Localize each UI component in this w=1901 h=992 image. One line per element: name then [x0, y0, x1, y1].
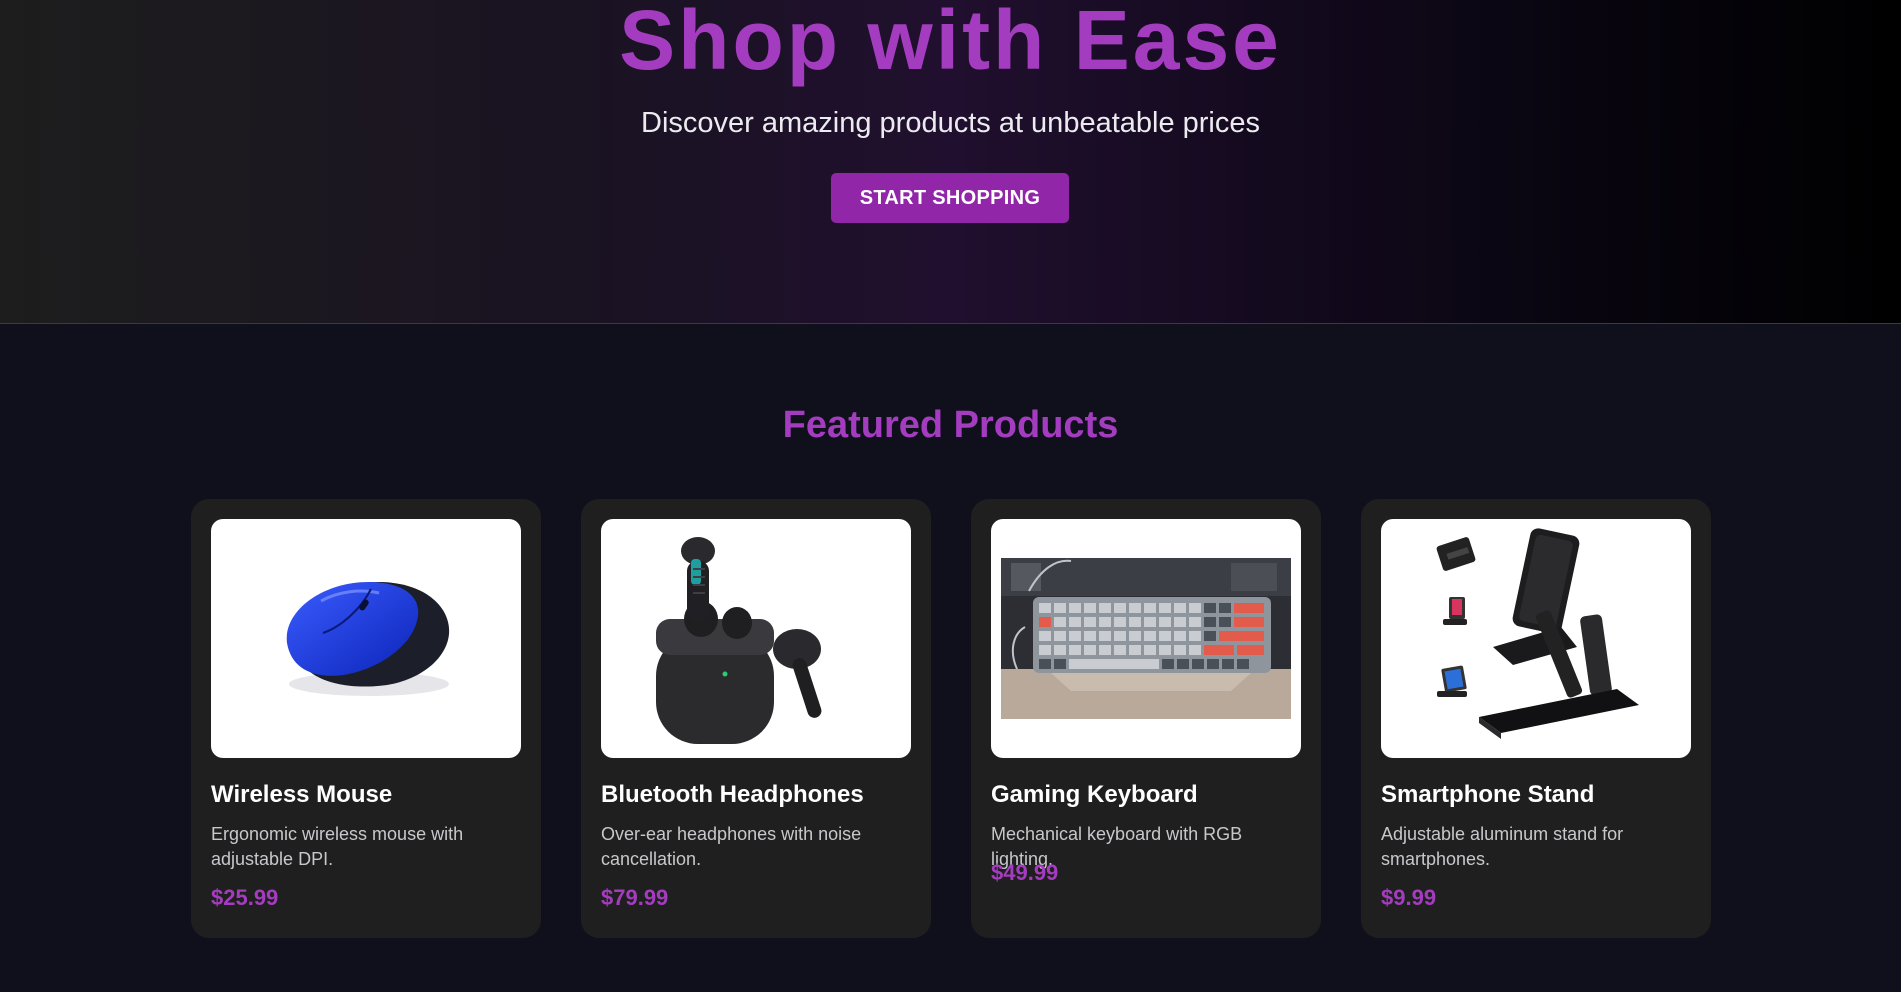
product-card-smartphone-stand[interactable]: Smartphone Stand Adjustable aluminum sta… [1361, 499, 1711, 938]
product-image-gaming-keyboard[interactable] [991, 519, 1301, 758]
hero-section: Shop with Ease Discover amazing products… [0, 0, 1901, 324]
keyboard-image [1001, 558, 1291, 719]
product-name: Bluetooth Headphones [601, 781, 864, 808]
product-name: Gaming Keyboard [991, 781, 1198, 808]
product-card-bluetooth-headphones[interactable]: Bluetooth Headphones Over-ear headphones… [581, 499, 931, 938]
product-description: Ergonomic wireless mouse with adjustable… [211, 824, 464, 869]
hero-title: Shop with Ease [619, 0, 1282, 87]
product-image-wireless-mouse[interactable] [211, 519, 521, 758]
product-grid: Wireless Mouse Ergonomic wireless mouse … [191, 499, 1711, 938]
product-name: Wireless Mouse [211, 781, 393, 808]
wireless-mouse-image [286, 581, 450, 696]
hero-subtitle: Discover amazing products at unbeatable … [641, 107, 1260, 139]
product-name: Smartphone Stand [1381, 781, 1595, 808]
product-price: $49.99 [991, 860, 1059, 885]
product-image-smartphone-stand[interactable] [1381, 519, 1691, 758]
product-description: Over-ear headphones with noise cancellat… [601, 824, 862, 869]
product-description: Adjustable aluminum stand for smartphone… [1381, 824, 1624, 869]
product-card-gaming-keyboard[interactable]: Gaming Keyboard Mechanical keyboard with… [971, 499, 1321, 938]
phone-stand-image [1436, 528, 1639, 739]
product-price: $79.99 [601, 885, 669, 910]
product-price: $25.99 [211, 885, 279, 910]
product-card-wireless-mouse[interactable]: Wireless Mouse Ergonomic wireless mouse … [191, 499, 541, 938]
start-shopping-button[interactable]: START SHOPPING [831, 173, 1069, 223]
featured-products-title: Featured Products [782, 404, 1119, 446]
product-price: $9.99 [1381, 885, 1437, 910]
earbuds-image [656, 537, 822, 744]
product-image-bluetooth-headphones[interactable] [601, 519, 911, 758]
